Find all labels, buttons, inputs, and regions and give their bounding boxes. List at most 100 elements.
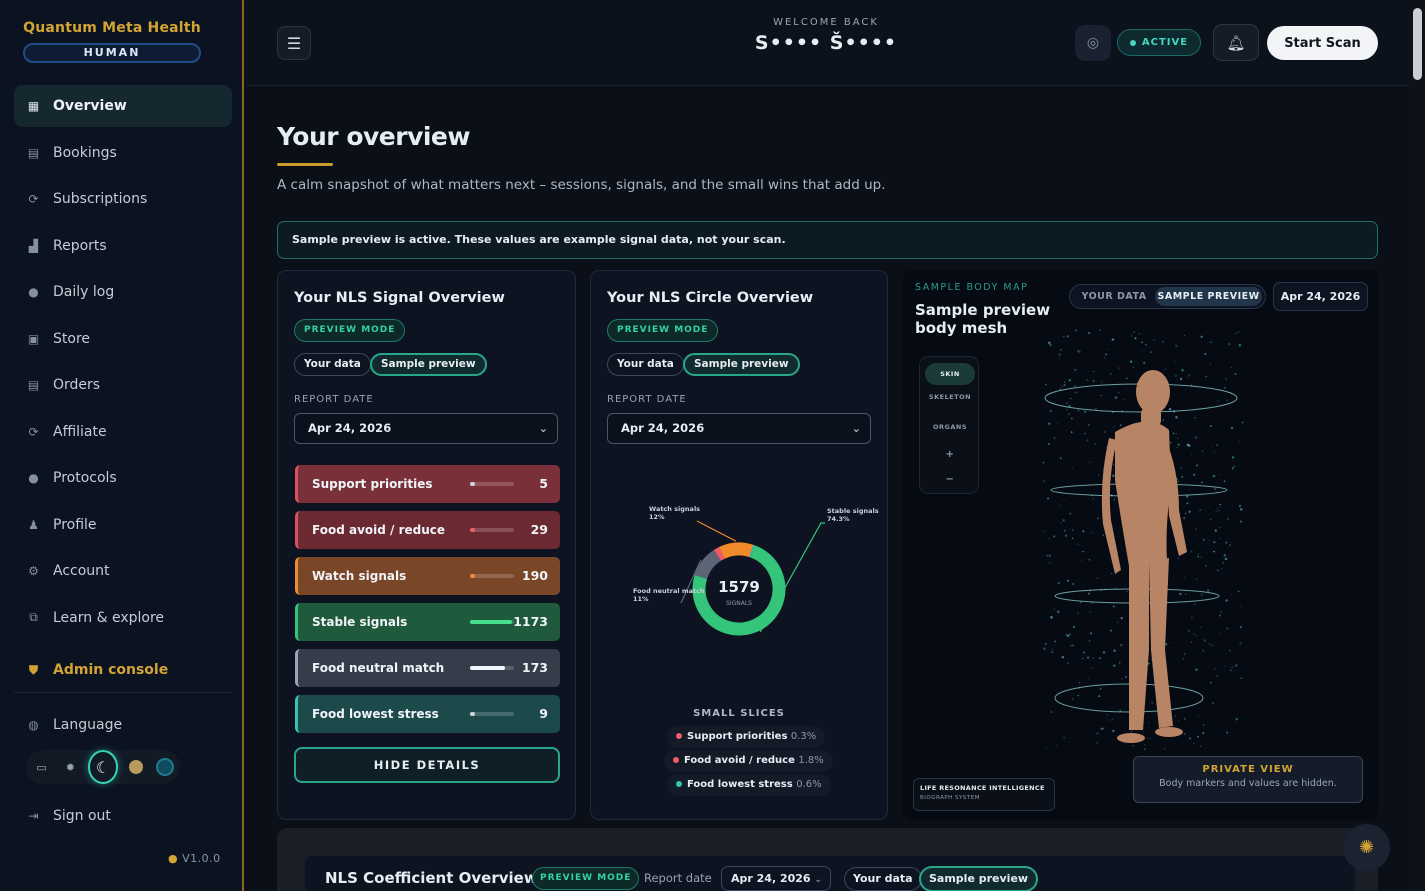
particle bbox=[1195, 668, 1198, 671]
sidebar-item-bookings[interactable]: ▤ Bookings bbox=[14, 132, 232, 174]
lri-badge: LIFE RESONANCE INTELLIGENCE BIOGRAPH SYS… bbox=[913, 778, 1055, 811]
page-title: Your overview bbox=[277, 122, 471, 151]
sand-theme-icon[interactable] bbox=[124, 754, 147, 780]
particle bbox=[1191, 616, 1193, 619]
layer-skeleton-button[interactable]: SKELETON bbox=[925, 386, 975, 408]
particle bbox=[1234, 373, 1237, 375]
your-data-toggle[interactable]: Your data bbox=[844, 867, 922, 891]
sun-icon[interactable]: ✹ bbox=[59, 754, 82, 780]
sample-preview-toggle[interactable]: SAMPLE PREVIEW bbox=[1155, 287, 1262, 306]
particle bbox=[1200, 335, 1203, 338]
particle bbox=[1100, 394, 1103, 397]
sidebar-item-learn-explore[interactable]: ⧉ Learn & explore bbox=[14, 597, 232, 639]
assistant-button[interactable]: ✺ bbox=[1343, 824, 1390, 871]
your-data-toggle[interactable]: Your data bbox=[294, 353, 371, 376]
particle bbox=[1202, 649, 1205, 652]
particle bbox=[1096, 742, 1098, 744]
sidebar-item-store[interactable]: ▣ Store bbox=[14, 318, 232, 360]
sidebar-item-subscriptions[interactable]: ⟳ Subscriptions bbox=[14, 178, 232, 220]
legend-item: Food avoid / reduce 1.8% bbox=[664, 750, 833, 772]
sidebar-item-sign-out[interactable]: ⇥ Sign out bbox=[14, 795, 232, 837]
particle bbox=[1239, 440, 1241, 442]
sidebar-item-daily-log[interactable]: ● Daily log bbox=[14, 271, 232, 313]
sidebar-item-overview[interactable]: ▦ Overview bbox=[14, 85, 232, 127]
signal-row[interactable]: Stable signals 1173 bbox=[295, 603, 560, 641]
particle bbox=[1223, 480, 1226, 482]
hamburger-icon: ☰ bbox=[286, 33, 302, 53]
donut-slice-watch-signals[interactable] bbox=[719, 542, 754, 559]
particle bbox=[1046, 554, 1049, 557]
page-scrollbar[interactable] bbox=[1410, 0, 1425, 891]
hide-details-button[interactable]: HIDE DETAILS bbox=[294, 747, 560, 783]
your-data-toggle[interactable]: YOUR DATA bbox=[1073, 287, 1155, 306]
sidebar-item-language[interactable]: ◍ Language bbox=[14, 704, 232, 746]
layer-skin-button[interactable]: SKIN bbox=[925, 363, 975, 385]
monitor-icon[interactable]: ▭ bbox=[30, 754, 53, 780]
particle bbox=[1138, 333, 1141, 335]
particle bbox=[1208, 539, 1210, 541]
your-data-toggle[interactable]: Your data bbox=[607, 353, 684, 376]
particle bbox=[1144, 748, 1146, 750]
particle bbox=[1218, 510, 1220, 512]
scrollbar-thumb[interactable] bbox=[1413, 8, 1422, 80]
menu-button[interactable]: ☰ bbox=[277, 26, 311, 60]
legend-item: Support priorities 0.3% bbox=[667, 726, 826, 748]
donut-slice-food-avoid-reduce[interactable] bbox=[714, 546, 725, 561]
particle bbox=[1231, 467, 1234, 470]
report-date-select[interactable]: Apr 24, 2026 ⌄ bbox=[294, 413, 558, 444]
sidebar-item-profile[interactable]: ♟ Profile bbox=[14, 504, 232, 546]
particle bbox=[1202, 538, 1205, 541]
sidebar-item-admin-console[interactable]: ⛊ Admin console bbox=[14, 649, 232, 691]
signal-row[interactable]: Food avoid / reduce 29 bbox=[295, 511, 560, 549]
particle bbox=[1164, 368, 1167, 371]
report-date-select[interactable]: Apr 24, 2026 ⌄ bbox=[607, 413, 871, 444]
start-scan-button[interactable]: Start Scan bbox=[1267, 26, 1378, 60]
sidebar-item-reports[interactable]: ▟ Reports bbox=[14, 225, 232, 267]
sidebar-item-protocols[interactable]: ● Protocols bbox=[14, 457, 232, 499]
report-date-select[interactable]: Apr 24, 2026 ⌄ bbox=[721, 866, 831, 891]
sidebar-item-affiliate[interactable]: ⟳ Affiliate bbox=[14, 411, 232, 453]
callout-line bbox=[696, 520, 737, 542]
sample-preview-banner: Sample preview is active. These values a… bbox=[277, 221, 1378, 259]
particle bbox=[1060, 349, 1062, 351]
particle bbox=[1049, 409, 1052, 413]
donut-slice-food-neutral-match[interactable] bbox=[694, 549, 722, 580]
moon-icon[interactable]: ☾ bbox=[87, 750, 119, 784]
particle bbox=[1070, 431, 1073, 434]
particle bbox=[1044, 643, 1047, 645]
signal-row[interactable]: Support priorities 5 bbox=[295, 465, 560, 503]
logout-icon: ⇥ bbox=[28, 809, 39, 823]
particle bbox=[1129, 360, 1133, 363]
particle bbox=[1173, 332, 1175, 334]
particle bbox=[1115, 587, 1117, 589]
particle bbox=[1209, 518, 1212, 521]
particle bbox=[1092, 602, 1094, 604]
body-map-date[interactable]: Apr 24, 2026 bbox=[1273, 282, 1368, 311]
ocean-theme-icon[interactable] bbox=[153, 754, 176, 780]
privacy-toggle-button[interactable]: ◎ bbox=[1075, 25, 1111, 61]
signal-row[interactable]: Watch signals 190 bbox=[295, 557, 560, 595]
sample-preview-toggle[interactable]: Sample preview bbox=[370, 353, 487, 376]
notifications-button[interactable]: 🔔︎ bbox=[1213, 24, 1259, 61]
particle bbox=[1225, 378, 1228, 381]
zoom-in-button[interactable]: + bbox=[925, 444, 975, 466]
sample-preview-toggle[interactable]: Sample preview bbox=[683, 353, 800, 376]
sidebar-item-account[interactable]: ⚙ Account bbox=[14, 550, 232, 592]
particle bbox=[1125, 377, 1128, 380]
signal-row[interactable]: Food neutral match 173 bbox=[295, 649, 560, 687]
body-mesh-figure bbox=[1042, 329, 1244, 750]
particle bbox=[1214, 529, 1217, 532]
sidebar-item-orders[interactable]: ▤ Orders bbox=[14, 364, 232, 406]
particle bbox=[1111, 572, 1113, 575]
legend-label: Food lowest stress bbox=[687, 779, 793, 790]
layer-organs-button[interactable]: ORGANS bbox=[925, 416, 975, 438]
mode-pill[interactable]: HUMAN bbox=[23, 43, 201, 63]
particle bbox=[1197, 715, 1199, 717]
zoom-out-button[interactable]: − bbox=[925, 469, 975, 491]
particle bbox=[1066, 335, 1070, 338]
sample-preview-toggle[interactable]: Sample preview bbox=[919, 866, 1039, 891]
particle bbox=[1111, 718, 1113, 720]
signal-row[interactable]: Food lowest stress 9 bbox=[295, 695, 560, 733]
report-date-label: Report date bbox=[644, 871, 712, 885]
particle bbox=[1093, 371, 1095, 373]
